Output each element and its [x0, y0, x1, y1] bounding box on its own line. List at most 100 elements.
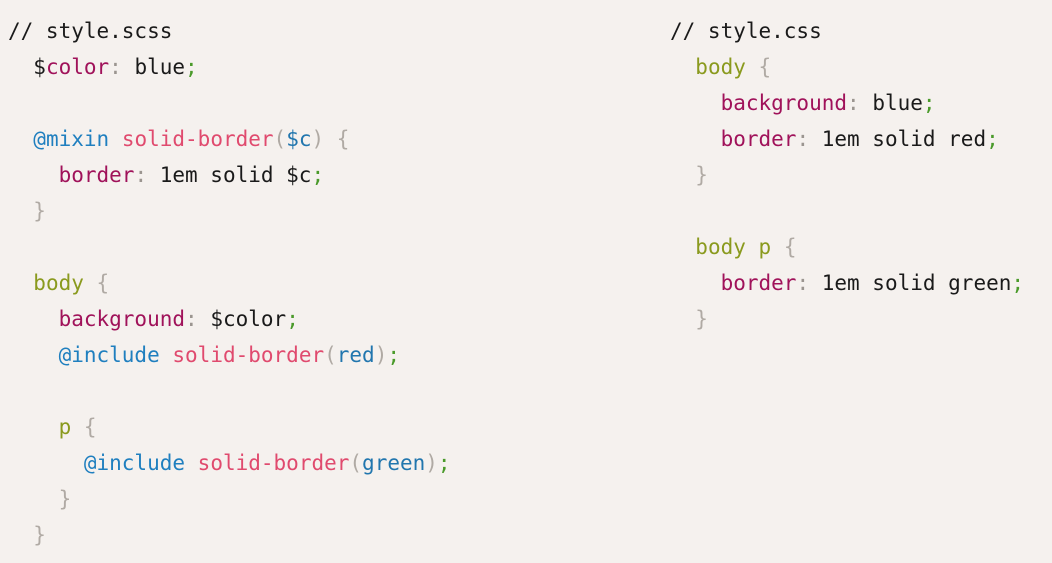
code-token-prop: border: [58, 163, 135, 187]
code-line: body p {: [670, 229, 1024, 265]
code-token-selector: body: [33, 271, 84, 295]
code-token-arg: red: [336, 343, 375, 367]
code-token-brace: {: [83, 415, 97, 439]
code-line: border: 1em solid red;: [670, 121, 1024, 157]
code-token-colon: :: [847, 91, 860, 115]
code-line: }: [670, 157, 1024, 193]
code-token-selector: body p: [695, 235, 772, 259]
code-token-paren: ): [425, 451, 438, 475]
code-token-semi: ;: [185, 55, 198, 79]
code-line: }: [8, 193, 451, 229]
code-line: p {: [8, 409, 451, 445]
code-line: // style.scss: [8, 13, 451, 49]
code-token-varname: color: [45, 55, 110, 79]
code-token-brace: }: [33, 199, 46, 223]
code-token-arg: $c: [286, 127, 312, 151]
code-token-value: blue: [121, 55, 186, 79]
code-token-atrule: @include: [58, 343, 160, 367]
code-line: @include solid-border(green);: [8, 445, 451, 481]
code-line: $color: blue;: [8, 49, 451, 85]
code-line: body {: [670, 49, 1024, 85]
code-line: }: [8, 481, 451, 517]
code-line: border: 1em solid $c;: [8, 157, 451, 193]
code-token-colon: :: [796, 127, 810, 151]
code-comparison-stage: // style.scss $color: blue; @mixin solid…: [0, 0, 1052, 563]
code-token-brace: {: [96, 271, 110, 295]
code-token-brace: {: [758, 55, 772, 79]
code-token-colon: :: [109, 55, 122, 79]
code-line: border: 1em solid green;: [670, 265, 1024, 301]
code-token-mixin: solid-border: [172, 343, 325, 367]
code-token-brace: }: [58, 487, 72, 511]
code-line: }: [670, 301, 1024, 337]
code-token-selector: p: [58, 415, 72, 439]
code-token-atrule: @mixin: [33, 127, 110, 151]
code-line: @include solid-border(red);: [8, 337, 451, 373]
code-token-brace: }: [33, 523, 46, 547]
code-token-semi: ;: [311, 163, 325, 187]
code-token-comment: // style.css: [670, 19, 822, 43]
code-token-paren: (: [273, 127, 287, 151]
code-token-paren: (: [349, 451, 363, 475]
code-token-paren: ): [311, 127, 325, 151]
code-token-value: 1em solid $c: [147, 163, 312, 187]
code-token-colon: :: [185, 307, 198, 331]
code-token-var: $: [33, 55, 46, 79]
css-code-pane: // style.css body { background: blue; bo…: [670, 13, 1024, 337]
code-line: }: [8, 517, 451, 553]
code-token-value: blue: [859, 91, 923, 115]
code-token-semi: ;: [387, 343, 401, 367]
code-token-brace: {: [336, 127, 350, 151]
code-token-paren: (: [324, 343, 337, 367]
code-token-mixin: solid-border: [121, 127, 274, 151]
code-token-colon: :: [796, 271, 810, 295]
code-token-semi: ;: [986, 127, 999, 151]
code-token-prop: background: [720, 91, 848, 115]
code-token-value: 1em solid green: [809, 271, 1012, 295]
code-token-comment: // style.scss: [8, 19, 173, 43]
code-token-selector: body: [695, 55, 746, 79]
code-token-semi: ;: [286, 307, 299, 331]
code-token-colon: :: [134, 163, 148, 187]
code-token-atrule: @include: [83, 451, 186, 475]
code-token-value: $color: [197, 307, 287, 331]
code-line: background: blue;: [670, 85, 1024, 121]
code-token-paren: ): [374, 343, 388, 367]
code-token-prop: border: [720, 271, 797, 295]
code-line: @mixin solid-border($c) {: [8, 121, 451, 157]
code-token-semi: ;: [437, 451, 451, 475]
scss-code-pane: // style.scss $color: blue; @mixin solid…: [8, 13, 451, 553]
code-token-semi: ;: [1011, 271, 1025, 295]
code-line: background: $color;: [8, 301, 451, 337]
code-token-brace: {: [783, 235, 797, 259]
code-line: // style.css: [670, 13, 1024, 49]
code-token-prop: border: [720, 127, 797, 151]
code-token-prop: background: [58, 307, 186, 331]
code-token-brace: }: [695, 307, 708, 331]
